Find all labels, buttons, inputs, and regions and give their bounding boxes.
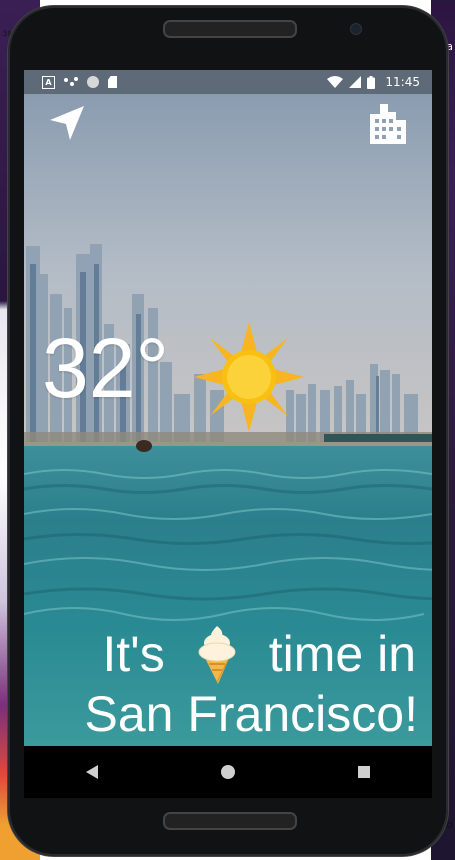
back-button[interactable] — [72, 752, 112, 792]
sun-icon — [194, 322, 304, 432]
message-suffix: time in — [268, 626, 416, 682]
phone-frame: A 11:45 32° It's time in San Francisco! — [8, 6, 448, 856]
back-icon — [86, 765, 98, 779]
battery-icon — [367, 75, 376, 89]
message-city: San Francisco! — [84, 686, 418, 742]
status-right: 11:45 — [327, 70, 420, 94]
message-prefix: It's — [102, 626, 165, 682]
recents-icon — [358, 766, 370, 778]
message-line-1: It's time in — [24, 624, 432, 684]
notification-icons: A — [42, 75, 117, 89]
bottom-speaker — [163, 812, 297, 830]
cell-signal-icon — [349, 76, 362, 88]
recents-button[interactable] — [344, 752, 384, 792]
dots-icon — [64, 77, 78, 87]
status-bar: A 11:45 — [24, 70, 432, 94]
phone-screen: A 11:45 32° It's time in San Francisco! — [24, 70, 432, 798]
temperature-value: 32° — [42, 321, 170, 415]
sd-card-icon — [108, 76, 117, 88]
city-buildings-icon — [370, 104, 406, 144]
weather-message: It's time in San Francisco! — [24, 624, 432, 744]
home-icon — [221, 765, 235, 779]
location-button[interactable] — [46, 102, 88, 144]
weather-app: 32° It's time in San Francisco! — [24, 94, 432, 746]
nav-bar — [24, 746, 432, 798]
city-button[interactable] — [366, 102, 410, 146]
a-badge-icon: A — [42, 75, 55, 89]
wifi-icon — [327, 76, 344, 88]
navigation-arrow-icon — [50, 106, 84, 140]
sync-circle-icon — [87, 76, 99, 88]
front-camera — [350, 23, 362, 35]
ice-cream-icon — [198, 626, 236, 684]
earpiece-speaker — [163, 20, 297, 38]
home-button[interactable] — [208, 752, 248, 792]
status-time: 11:45 — [385, 75, 420, 89]
